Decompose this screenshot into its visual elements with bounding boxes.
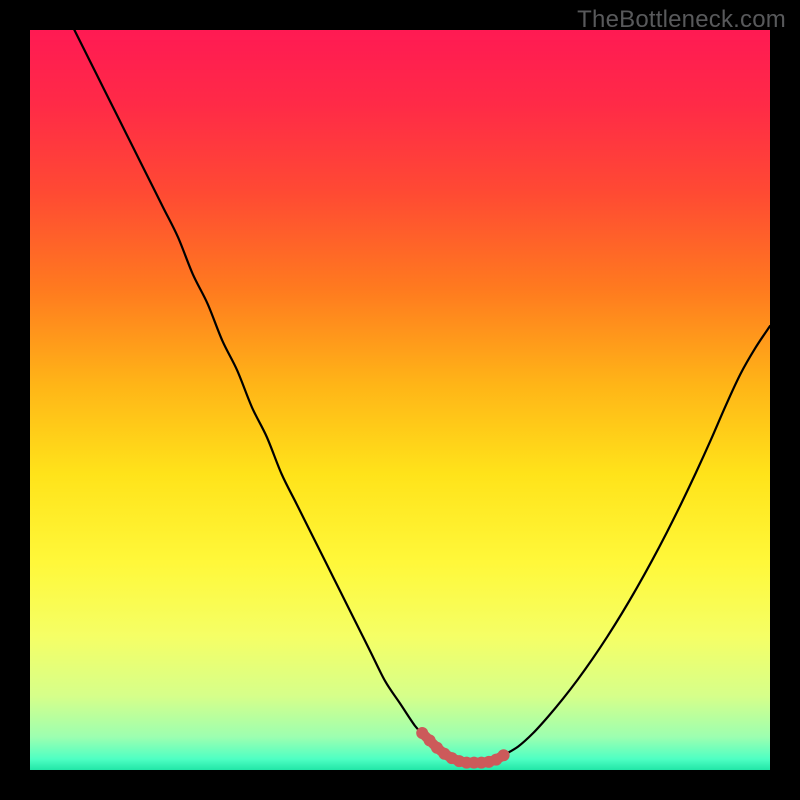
- plot-svg: [30, 30, 770, 770]
- gradient-background: [30, 30, 770, 770]
- watermark-text: TheBottleneck.com: [577, 6, 786, 34]
- chart-frame: TheBottleneck.com: [0, 0, 800, 800]
- valley-marker: [498, 749, 510, 761]
- plot-area: [30, 30, 770, 770]
